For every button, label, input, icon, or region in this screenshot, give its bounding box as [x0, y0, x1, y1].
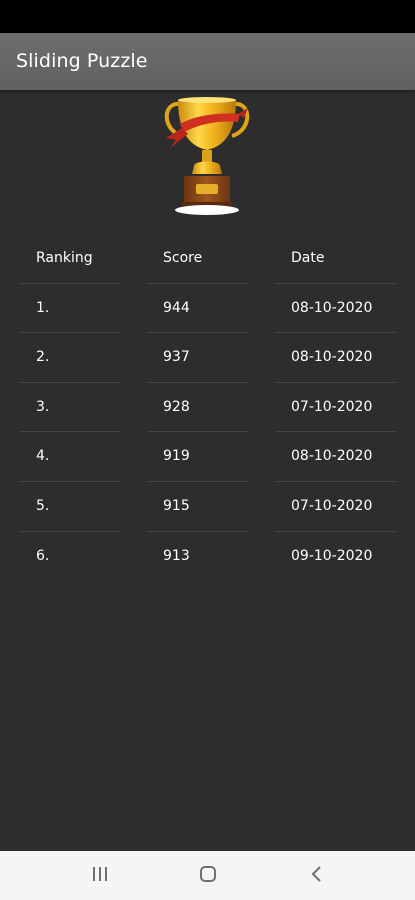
rank-value: 3.: [36, 398, 50, 415]
header-date: Date: [291, 250, 325, 266]
rank-value: 4.: [36, 448, 50, 465]
header-score: Score: [163, 250, 203, 266]
score-cell: 913: [147, 532, 248, 582]
date-cell: 08-10-2020: [275, 333, 396, 383]
rank-cell: 3.: [20, 383, 120, 433]
date-value: 07-10-2020: [291, 497, 373, 514]
score-cell: 937: [147, 333, 248, 383]
date-value: 07-10-2020: [291, 398, 373, 415]
score-value: 915: [163, 497, 190, 514]
header-cell-ranking: Ranking: [20, 234, 120, 284]
rank-value: 2.: [36, 349, 50, 366]
date-cell: 08-10-2020: [275, 284, 396, 334]
score-value: 928: [163, 398, 190, 415]
table-row: 5. 915 07-10-2020: [0, 482, 415, 532]
rank-cell: 2.: [20, 333, 120, 383]
header-cell-date: Date: [275, 234, 396, 284]
date-cell: 08-10-2020: [275, 432, 396, 482]
table-row: 2. 937 08-10-2020: [0, 333, 415, 383]
date-value: 08-10-2020: [291, 349, 373, 366]
table-row: 3. 928 07-10-2020: [0, 383, 415, 433]
header-cell-score: Score: [147, 234, 248, 284]
date-value: 08-10-2020: [291, 299, 373, 316]
rank-cell: 6.: [20, 532, 120, 582]
rank-cell: 4.: [20, 432, 120, 482]
header-ranking: Ranking: [36, 250, 93, 266]
score-cell: 919: [147, 432, 248, 482]
recents-icon: [91, 866, 109, 886]
rank-value: 1.: [36, 299, 50, 316]
back-icon: [310, 865, 324, 887]
score-cell: 928: [147, 383, 248, 433]
score-value: 937: [163, 349, 190, 366]
score-cell: 944: [147, 284, 248, 334]
back-button[interactable]: [287, 851, 347, 900]
score-value: 944: [163, 299, 190, 316]
table-row: 4. 919 08-10-2020: [0, 432, 415, 482]
ranking-table: Ranking Score Date 1. 944 08-10-2020 2. …: [0, 234, 415, 581]
date-cell: 07-10-2020: [275, 482, 396, 532]
app-bar: Sliding Puzzle: [0, 33, 415, 90]
home-button[interactable]: [178, 851, 238, 900]
rank-value: 5.: [36, 497, 50, 514]
date-cell: 09-10-2020: [275, 532, 396, 582]
rank-value: 6.: [36, 547, 50, 564]
recents-button[interactable]: [70, 851, 130, 900]
system-nav-bar: [0, 851, 415, 900]
app-title: Sliding Puzzle: [16, 50, 148, 72]
date-value: 09-10-2020: [291, 547, 373, 564]
trophy-icon: [160, 94, 254, 220]
date-value: 08-10-2020: [291, 448, 373, 465]
home-icon: [199, 865, 217, 887]
table-row: 1. 944 08-10-2020: [0, 284, 415, 334]
date-cell: 07-10-2020: [275, 383, 396, 433]
score-value: 913: [163, 547, 190, 564]
score-value: 919: [163, 448, 190, 465]
rank-cell: 5.: [20, 482, 120, 532]
table-row: 6. 913 09-10-2020: [0, 532, 415, 582]
status-bar: [0, 0, 415, 33]
table-header-row: Ranking Score Date: [0, 234, 415, 284]
score-cell: 915: [147, 482, 248, 532]
rank-cell: 1.: [20, 284, 120, 334]
